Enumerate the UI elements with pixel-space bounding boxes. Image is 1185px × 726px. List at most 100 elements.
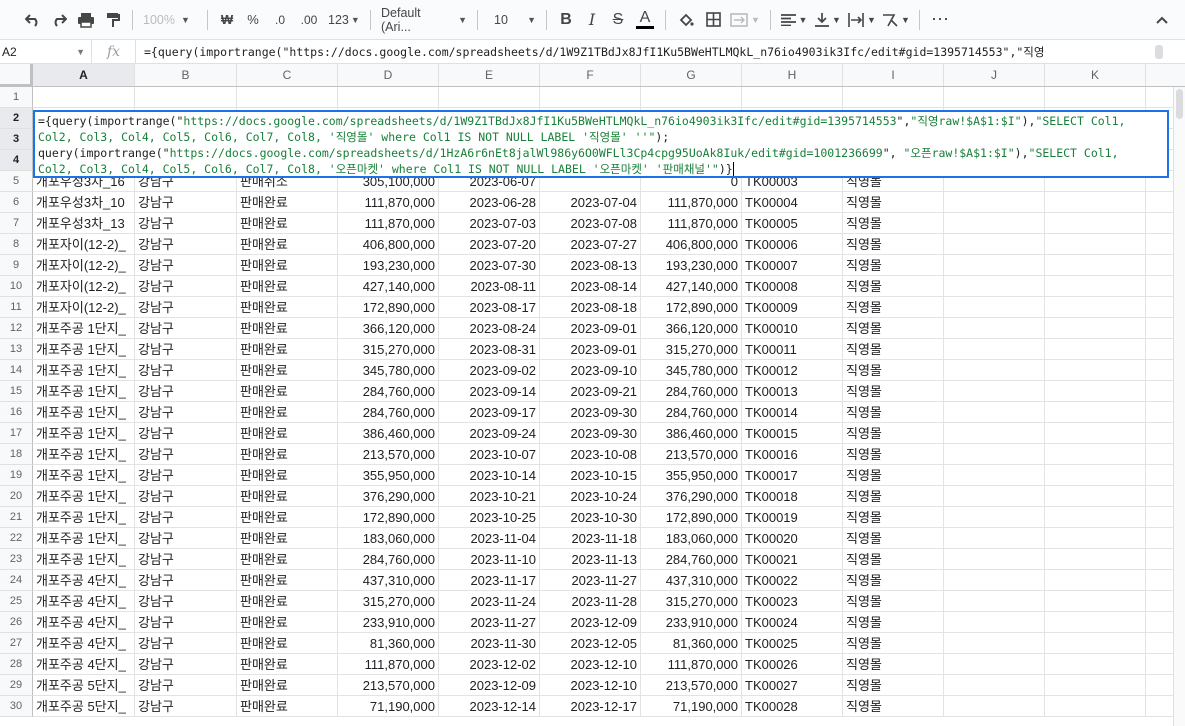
cell-h[interactable]: TK00027 bbox=[742, 675, 843, 696]
cell-d[interactable]: 193,230,000 bbox=[338, 255, 439, 276]
cell-k[interactable] bbox=[1045, 675, 1146, 696]
cell-e[interactable]: 2023-07-30 bbox=[439, 255, 540, 276]
cell-k[interactable] bbox=[1045, 318, 1146, 339]
cell-g[interactable]: 284,760,000 bbox=[641, 549, 742, 570]
cell-e[interactable]: 2023-09-02 bbox=[439, 360, 540, 381]
cell-a[interactable]: 개포주공 1단지_ bbox=[33, 507, 135, 528]
cell-d[interactable]: 213,570,000 bbox=[338, 444, 439, 465]
cell-h[interactable]: TK00011 bbox=[742, 339, 843, 360]
cell-f[interactable]: 2023-11-18 bbox=[540, 528, 641, 549]
cell-f[interactable]: 2023-12-05 bbox=[540, 633, 641, 654]
cell-d[interactable]: 172,890,000 bbox=[338, 297, 439, 318]
cell-b[interactable]: 강남구 bbox=[135, 444, 237, 465]
cell-b[interactable]: 강남구 bbox=[135, 213, 237, 234]
cell-c[interactable]: 판매완료 bbox=[237, 528, 338, 549]
merge-cells-icon[interactable]: ▼ bbox=[726, 6, 764, 34]
cell-b[interactable]: 강남구 bbox=[135, 549, 237, 570]
cell-i[interactable]: 직영몰 bbox=[843, 633, 944, 654]
cell-g[interactable]: 386,460,000 bbox=[641, 423, 742, 444]
currency-format-button[interactable]: ₩ bbox=[214, 6, 240, 34]
cell-j[interactable] bbox=[944, 570, 1045, 591]
cell-b[interactable]: 강남구 bbox=[135, 675, 237, 696]
cell-h[interactable] bbox=[742, 87, 843, 108]
cell-c[interactable]: 판매완료 bbox=[237, 675, 338, 696]
cell-a[interactable]: 개포주공 1단지_ bbox=[33, 528, 135, 549]
cell-g[interactable]: 183,060,000 bbox=[641, 528, 742, 549]
cell-k[interactable] bbox=[1045, 255, 1146, 276]
cell-d[interactable]: 355,950,000 bbox=[338, 465, 439, 486]
cell-k[interactable] bbox=[1045, 192, 1146, 213]
cell-j[interactable] bbox=[944, 444, 1045, 465]
cell-e[interactable]: 2023-08-17 bbox=[439, 297, 540, 318]
cell-b[interactable]: 강남구 bbox=[135, 570, 237, 591]
cell-i[interactable]: 직영몰 bbox=[843, 675, 944, 696]
cell-f[interactable]: 2023-10-15 bbox=[540, 465, 641, 486]
cell-a[interactable]: 개포주공 4단지_ bbox=[33, 654, 135, 675]
cell-d[interactable]: 183,060,000 bbox=[338, 528, 439, 549]
cell-b[interactable]: 강남구 bbox=[135, 360, 237, 381]
cell-i[interactable]: 직영몰 bbox=[843, 234, 944, 255]
cell-f[interactable]: 2023-10-30 bbox=[540, 507, 641, 528]
cell-a[interactable] bbox=[33, 87, 135, 108]
row-header[interactable]: 21 bbox=[0, 507, 33, 528]
cell-k[interactable] bbox=[1045, 276, 1146, 297]
row-header[interactable]: 1 bbox=[0, 87, 33, 108]
cell-d[interactable]: 111,870,000 bbox=[338, 192, 439, 213]
cell-j[interactable] bbox=[944, 339, 1045, 360]
text-rotate-icon[interactable]: ▼ bbox=[879, 6, 913, 34]
cell-e[interactable]: 2023-11-17 bbox=[439, 570, 540, 591]
cell-g[interactable]: 406,800,000 bbox=[641, 234, 742, 255]
cell-f[interactable]: 2023-12-17 bbox=[540, 696, 641, 717]
cell-j[interactable] bbox=[944, 507, 1045, 528]
cell-b[interactable] bbox=[135, 87, 237, 108]
cell-d[interactable]: 427,140,000 bbox=[338, 276, 439, 297]
cell-g[interactable]: 345,780,000 bbox=[641, 360, 742, 381]
cell-k[interactable] bbox=[1045, 339, 1146, 360]
cell-c[interactable]: 판매완료 bbox=[237, 339, 338, 360]
column-header-b[interactable]: B bbox=[135, 64, 237, 86]
cell-e[interactable]: 2023-08-24 bbox=[439, 318, 540, 339]
cell-d[interactable]: 315,270,000 bbox=[338, 339, 439, 360]
cell-h[interactable]: TK00028 bbox=[742, 696, 843, 717]
cell-e[interactable]: 2023-11-04 bbox=[439, 528, 540, 549]
borders-icon[interactable] bbox=[700, 6, 726, 34]
cell-j[interactable] bbox=[944, 255, 1045, 276]
cell-a[interactable]: 개포주공 1단지_ bbox=[33, 360, 135, 381]
cell-i[interactable]: 직영몰 bbox=[843, 444, 944, 465]
cell-b[interactable]: 강남구 bbox=[135, 633, 237, 654]
cell-b[interactable]: 강남구 bbox=[135, 297, 237, 318]
name-box[interactable]: A2 ▼ bbox=[0, 39, 92, 64]
cell-b[interactable]: 강남구 bbox=[135, 402, 237, 423]
cell-k[interactable] bbox=[1045, 591, 1146, 612]
cell-i[interactable]: 직영몰 bbox=[843, 591, 944, 612]
cell-e[interactable]: 2023-11-24 bbox=[439, 591, 540, 612]
cell-f[interactable]: 2023-09-01 bbox=[540, 318, 641, 339]
cell-g[interactable]: 111,870,000 bbox=[641, 192, 742, 213]
cell-e[interactable] bbox=[439, 87, 540, 108]
cell-j[interactable] bbox=[944, 591, 1045, 612]
cell-e[interactable]: 2023-06-28 bbox=[439, 192, 540, 213]
cell-e[interactable]: 2023-12-02 bbox=[439, 654, 540, 675]
cell-d[interactable]: 284,760,000 bbox=[338, 381, 439, 402]
cell-i[interactable]: 직영몰 bbox=[843, 402, 944, 423]
cell-g[interactable]: 193,230,000 bbox=[641, 255, 742, 276]
cell-g[interactable]: 315,270,000 bbox=[641, 591, 742, 612]
select-all-corner[interactable] bbox=[0, 64, 33, 87]
row-header[interactable]: 30 bbox=[0, 696, 33, 717]
row-header[interactable]: 22 bbox=[0, 528, 33, 549]
cell-k[interactable] bbox=[1045, 696, 1146, 717]
cell-a[interactable]: 개포주공 1단지_ bbox=[33, 465, 135, 486]
cell-h[interactable]: TK00009 bbox=[742, 297, 843, 318]
cell-g[interactable]: 376,290,000 bbox=[641, 486, 742, 507]
cell-formula-editor[interactable]: ={query(importrange("https://docs.google… bbox=[33, 110, 1169, 178]
cell-b[interactable]: 강남구 bbox=[135, 255, 237, 276]
cell-e[interactable]: 2023-12-14 bbox=[439, 696, 540, 717]
column-header-k[interactable]: K bbox=[1045, 64, 1146, 86]
percent-format-button[interactable]: % bbox=[240, 6, 266, 34]
cell-c[interactable]: 판매완료 bbox=[237, 486, 338, 507]
cell-f[interactable]: 2023-11-13 bbox=[540, 549, 641, 570]
cell-j[interactable] bbox=[944, 423, 1045, 444]
cell-b[interactable]: 강남구 bbox=[135, 318, 237, 339]
vertical-scrollbar[interactable] bbox=[1173, 87, 1185, 726]
cell-d[interactable]: 111,870,000 bbox=[338, 213, 439, 234]
